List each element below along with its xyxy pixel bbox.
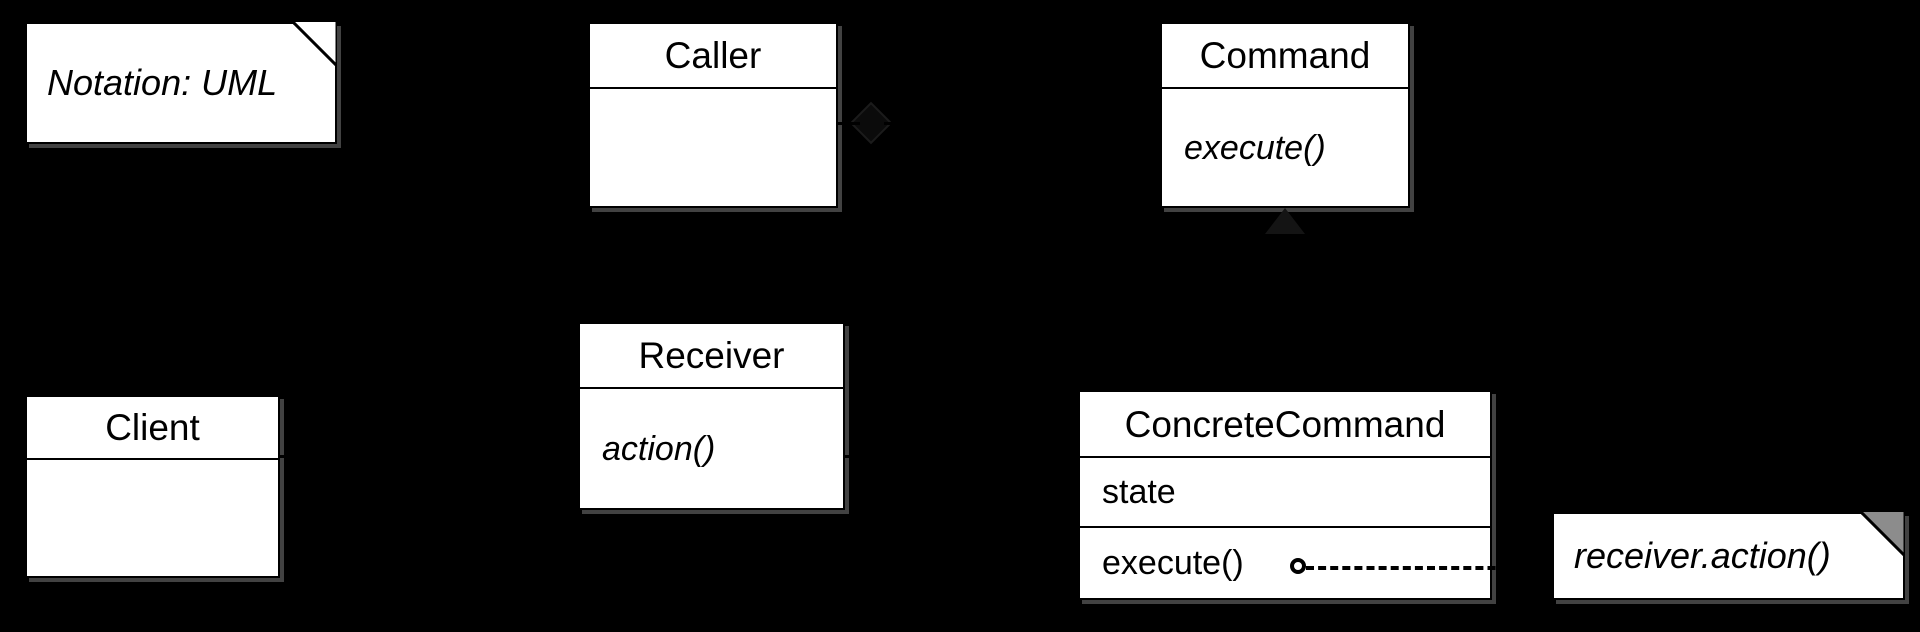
note-notation-uml[interactable]: Notation: UML	[25, 22, 337, 144]
class-concrete-command-operation-execute: execute()	[1102, 544, 1244, 582]
class-concrete-command-name: ConcreteCommand	[1080, 392, 1490, 458]
note-anchor-circle-icon	[1290, 558, 1306, 574]
note-text: Notation: UML	[47, 62, 278, 103]
edge-caller-command-segment	[884, 122, 1162, 125]
uml-diagram-canvas: Notation: UML Caller Command execute() R…	[0, 0, 1920, 632]
edge-client-receiver	[280, 455, 580, 458]
generalization-arrowhead-icon	[1265, 208, 1305, 234]
class-concrete-command-attribute-state: state	[1080, 458, 1490, 528]
class-caller-members	[590, 89, 836, 206]
edge-concretecommand-receiver	[845, 455, 1080, 458]
class-command-operation-execute: execute()	[1184, 128, 1326, 167]
class-caller-name: Caller	[590, 24, 836, 90]
class-receiver-operation-action: action()	[602, 429, 716, 468]
class-command[interactable]: Command execute()	[1160, 22, 1410, 208]
class-client-members	[27, 460, 278, 576]
edge-caller-command	[838, 122, 860, 125]
class-command-name: Command	[1162, 24, 1408, 90]
class-client-name: Client	[27, 397, 278, 461]
edge-command-concretecommand	[1284, 234, 1287, 390]
note-text: receiver.action()	[1574, 535, 1831, 576]
class-receiver[interactable]: Receiver action()	[578, 322, 845, 510]
class-caller[interactable]: Caller	[588, 22, 838, 208]
class-client[interactable]: Client	[25, 395, 280, 578]
class-receiver-name: Receiver	[580, 324, 843, 390]
note-receiver-action[interactable]: receiver.action()	[1552, 512, 1905, 600]
note-anchor-dashed-line	[1306, 566, 1556, 570]
